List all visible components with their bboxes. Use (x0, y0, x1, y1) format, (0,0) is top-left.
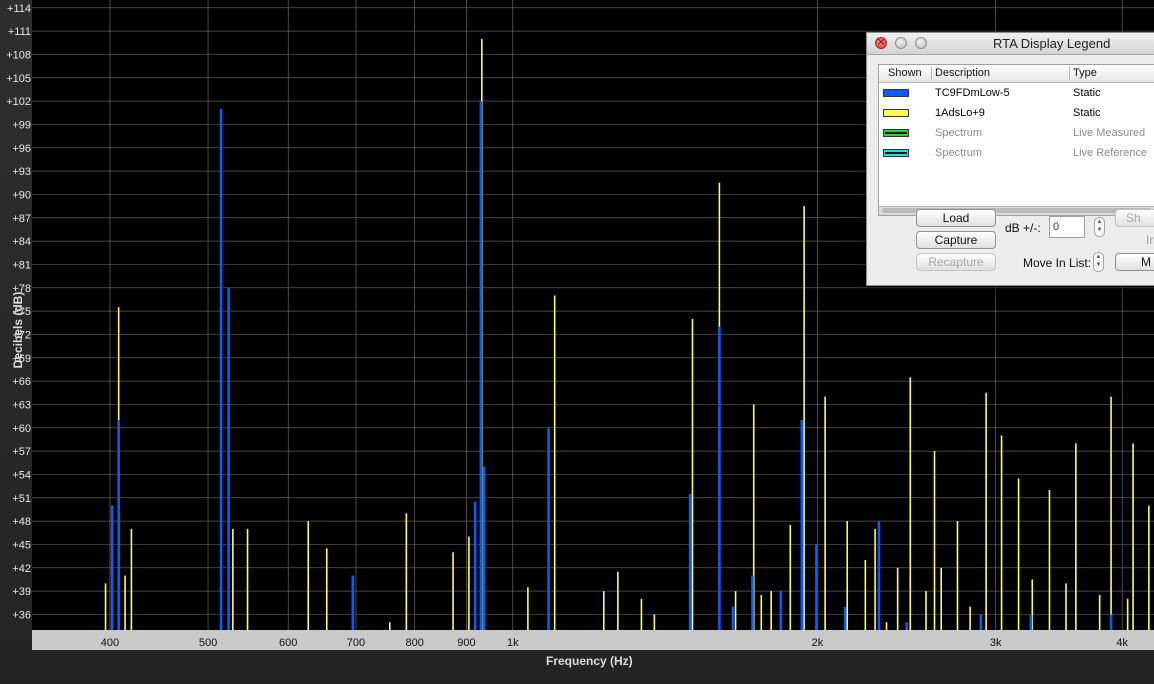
y-tick-label: +102 (6, 96, 31, 108)
recapture-button[interactable]: Recapture (916, 253, 996, 271)
window-title: RTA Display Legend (993, 36, 1111, 51)
legend-row[interactable]: TC9FDmLow-5 Static (879, 84, 1154, 104)
row-type: Live Measured (1073, 127, 1146, 139)
row-description: 1AdsLo+9 (935, 107, 985, 119)
legend-table[interactable]: Shown Description Type TC9FDmLow-5 Stati… (878, 64, 1154, 216)
y-axis-label: Decibels (dB) (11, 291, 25, 369)
row-type: Static (1073, 87, 1101, 99)
y-tick-label: +108 (6, 49, 31, 61)
y-tick-label: +87 (12, 213, 31, 225)
row-description: TC9FDmLow-5 (935, 87, 1010, 99)
y-tick-label: +114 (7, 3, 31, 15)
y-tick-label: +93 (12, 166, 31, 178)
x-tick-label: 3k (990, 637, 1002, 649)
db-label: dB +/-: (1005, 221, 1041, 235)
x-tick-label: 700 (347, 637, 365, 649)
window-title-bar[interactable]: RTA Display Legend (867, 33, 1154, 55)
column-shown[interactable]: Shown (888, 67, 922, 79)
import-button[interactable]: Im (1115, 231, 1154, 249)
rta-legend-window[interactable]: RTA Display Legend Shown Description Typ… (866, 32, 1154, 286)
x-axis-label: Frequency (Hz) (546, 654, 633, 668)
move-button[interactable]: M (1115, 253, 1154, 271)
legend-row[interactable]: Spectrum Live Measured (879, 124, 1154, 144)
column-separator (931, 67, 932, 80)
color-swatch[interactable] (883, 129, 909, 137)
x-tick-label: 400 (101, 637, 119, 649)
color-swatch[interactable] (883, 89, 909, 97)
row-type: Static (1073, 107, 1101, 119)
x-tick-label: 800 (405, 637, 423, 649)
row-description: Spectrum (935, 127, 983, 139)
column-separator (1069, 67, 1070, 80)
window-zoom-button[interactable] (915, 37, 927, 49)
move-in-list-label: Move In List: (1023, 256, 1092, 270)
window-close-button[interactable] (875, 35, 887, 49)
y-tick-label: +99 (12, 119, 31, 131)
show-button[interactable]: Sh (1115, 209, 1154, 227)
y-tick-label: +54 (12, 469, 31, 481)
y-tick-label: +57 (12, 446, 31, 458)
y-tick-label: +39 (12, 586, 31, 598)
y-tick-label: +96 (12, 143, 31, 155)
move-stepper[interactable]: ▲ ▼ (1093, 252, 1104, 272)
y-tick-label: +105 (6, 73, 31, 85)
y-tick-label: +51 (12, 493, 31, 505)
legend-table-header: Shown Description Type (879, 65, 1154, 83)
x-tick-label: 2k (812, 637, 824, 649)
legend-row[interactable]: 1AdsLo+9 Static (879, 104, 1154, 124)
x-tick-label: 1k (507, 637, 519, 649)
load-button[interactable]: Load (916, 209, 996, 227)
row-type: Live Reference (1073, 147, 1147, 159)
window-minimize-button[interactable] (895, 37, 907, 49)
x-tick-label: 600 (279, 637, 297, 649)
x-tick-label: 4k (1116, 637, 1128, 649)
db-stepper[interactable]: ▲ ▼ (1094, 217, 1105, 237)
db-offset-input[interactable] (1049, 216, 1085, 238)
capture-button[interactable]: Capture (916, 231, 996, 249)
y-tick-label: +60 (12, 423, 31, 435)
x-tick-label: 900 (457, 637, 475, 649)
y-tick-label: +45 (12, 539, 31, 551)
color-swatch[interactable] (883, 149, 909, 157)
y-tick-label: +48 (12, 516, 31, 528)
x-tick-label: 500 (199, 637, 217, 649)
column-type[interactable]: Type (1073, 67, 1097, 79)
y-tick-label: +90 (12, 189, 31, 201)
row-description: Spectrum (935, 147, 983, 159)
y-tick-label: +111 (8, 26, 31, 38)
y-tick-label: +42 (12, 563, 31, 575)
legend-row[interactable]: Spectrum Live Reference (879, 144, 1154, 164)
column-description[interactable]: Description (935, 67, 990, 79)
color-swatch[interactable] (883, 109, 909, 117)
y-tick-label: +36 (12, 609, 31, 621)
